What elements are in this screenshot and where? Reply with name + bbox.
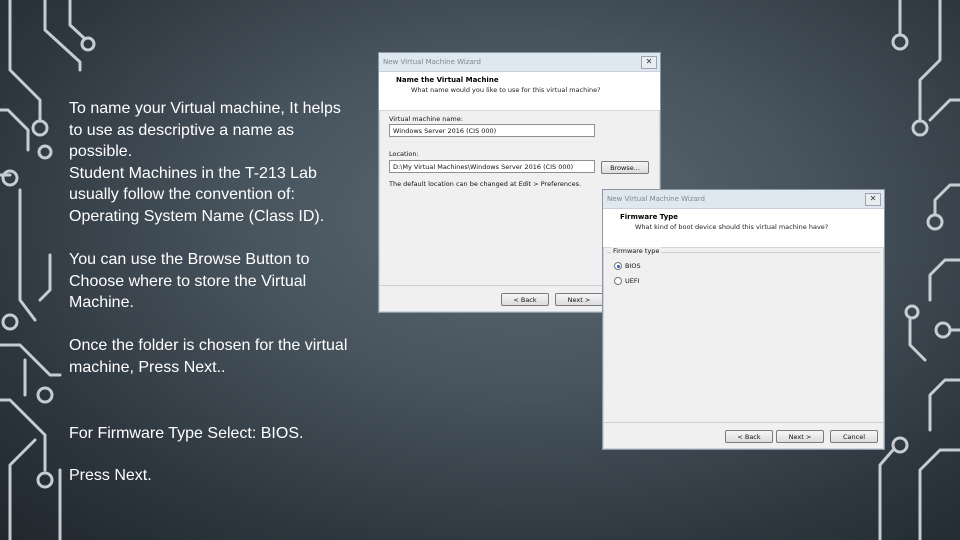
vm-name-label: Virtual machine name: <box>389 115 463 123</box>
page-subtitle: What kind of boot device should this vir… <box>635 223 829 231</box>
back-button[interactable]: < Back <box>725 430 773 443</box>
vm-name-input[interactable]: Windows Server 2016 (CIS 000) <box>389 124 595 137</box>
browse-button[interactable]: Browse... <box>601 161 649 174</box>
slide-text-press-next: Press Next. <box>69 467 152 484</box>
bios-option-label[interactable]: BIOS <box>625 262 641 270</box>
location-input[interactable]: D:\My Virtual Machines\Windows Server 20… <box>389 160 595 173</box>
uefi-radio[interactable] <box>614 277 622 285</box>
close-icon[interactable]: ✕ <box>641 56 657 69</box>
slide-text-next: Once the folder is chosen for the virtua… <box>69 337 348 376</box>
page-title: Name the Virtual Machine <box>396 76 499 84</box>
footer-divider <box>603 422 884 423</box>
location-hint: The default location can be changed at E… <box>389 180 582 188</box>
slide-text-browse: You can use the Browse Button to Choose … <box>69 251 310 311</box>
dialog-titlebar: New Virtual Machine Wizard ✕ <box>603 190 884 209</box>
next-button[interactable]: Next > <box>555 293 603 306</box>
uefi-option-label[interactable]: UEFI <box>625 277 640 285</box>
back-button[interactable]: < Back <box>501 293 549 306</box>
firmware-group-label: Firmware type <box>611 247 662 255</box>
dialog-titlebar: New Virtual Machine Wizard ✕ <box>379 53 660 72</box>
dialog-title: New Virtual Machine Wizard <box>383 58 481 66</box>
bios-radio[interactable] <box>614 262 622 270</box>
firmware-dialog: New Virtual Machine Wizard ✕ Firmware Ty… <box>602 189 885 450</box>
wizard-header: Firmware Type What kind of boot device s… <box>603 209 884 248</box>
page-subtitle: What name would you like to use for this… <box>411 86 601 94</box>
cancel-button[interactable]: Cancel <box>830 430 878 443</box>
location-label: Location: <box>389 150 419 158</box>
next-button[interactable]: Next > <box>776 430 824 443</box>
slide-text-firmware: For Firmware Type Select: BIOS. <box>69 425 304 442</box>
dialog-title: New Virtual Machine Wizard <box>607 195 705 203</box>
wizard-header: Name the Virtual Machine What name would… <box>379 72 660 111</box>
slide-text-naming: To name your Virtual machine, It helps t… <box>69 100 341 225</box>
close-icon[interactable]: ✕ <box>865 193 881 206</box>
page-title: Firmware Type <box>620 213 679 221</box>
